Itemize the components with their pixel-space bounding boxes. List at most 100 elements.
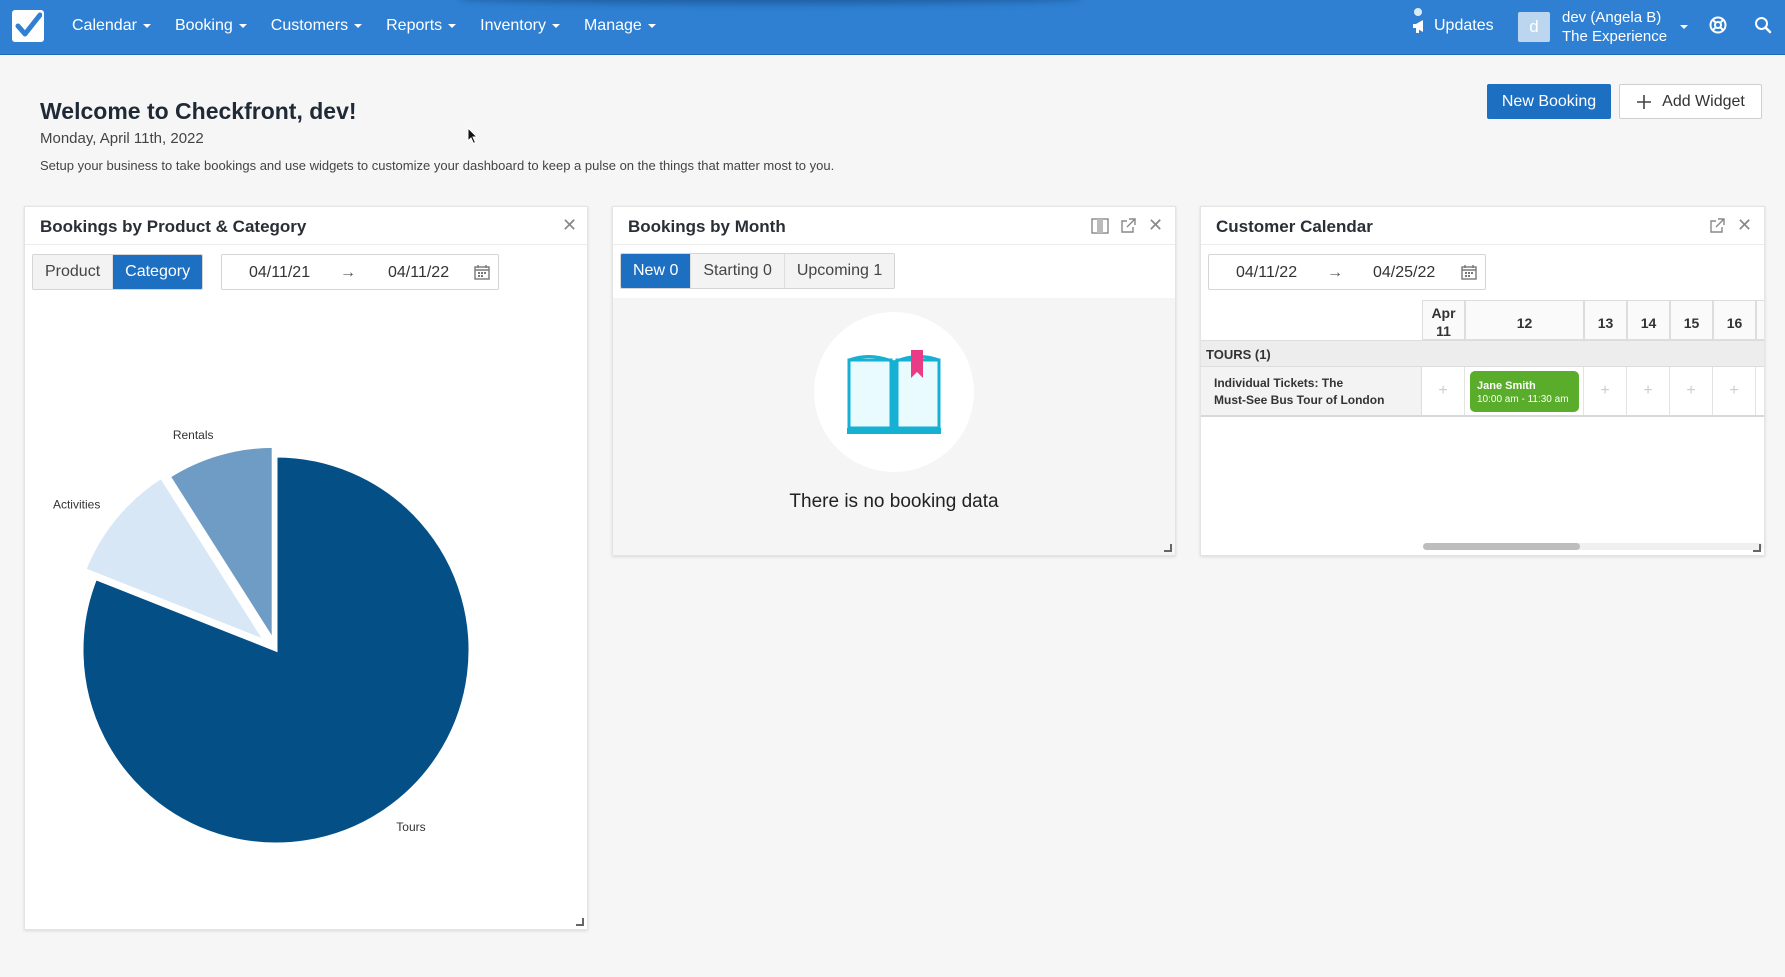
item-row: Individual Tickets: The Must-See Bus Tou… bbox=[1201, 367, 1764, 417]
nav-booking[interactable]: Booking bbox=[163, 0, 259, 52]
item-name-line: Must-See Bus Tour of London bbox=[1214, 393, 1385, 407]
user-menu[interactable]: dev (Angela B) The Experience bbox=[1562, 8, 1667, 46]
columns-icon[interactable] bbox=[1091, 218, 1109, 234]
company-name: The Experience bbox=[1562, 28, 1668, 45]
scrollbar-thumb[interactable] bbox=[1423, 543, 1580, 550]
caret-down-icon bbox=[551, 23, 560, 28]
day-header[interactable]: Apr 11 bbox=[1422, 300, 1465, 340]
page-subtext: Setup your business to take bookings and… bbox=[40, 158, 835, 173]
day-header-partial bbox=[1756, 300, 1764, 340]
tab-upcoming[interactable]: Upcoming 1 bbox=[784, 254, 895, 288]
resize-handle[interactable] bbox=[1164, 544, 1172, 552]
avatar[interactable]: d bbox=[1518, 12, 1550, 42]
close-icon[interactable]: ✕ bbox=[1737, 216, 1752, 234]
lifebuoy-icon[interactable] bbox=[1709, 16, 1727, 34]
item-name-cell[interactable]: Individual Tickets: The Must-See Bus Tou… bbox=[1201, 367, 1422, 415]
widget-title: Bookings by Month bbox=[628, 217, 786, 236]
bookings-month-tabs: New 0 Starting 0 Upcoming 1 bbox=[620, 253, 896, 289]
nav-calendar[interactable]: Calendar bbox=[60, 0, 163, 52]
add-widget-button[interactable]: Add Widget bbox=[1619, 84, 1762, 119]
day-header[interactable]: 14 bbox=[1627, 300, 1670, 340]
pie-label-tours: Tours bbox=[396, 820, 425, 834]
resize-handle[interactable] bbox=[1753, 544, 1761, 552]
add-slot-cell[interactable]: + bbox=[1627, 367, 1670, 415]
date-range-picker[interactable]: 04/11/21 → 04/11/22 bbox=[221, 254, 499, 290]
add-slot-cell[interactable]: + bbox=[1422, 367, 1465, 415]
nav-manage[interactable]: Manage bbox=[572, 0, 668, 52]
checkfront-logo-icon[interactable] bbox=[12, 10, 44, 42]
nav-label: Inventory bbox=[480, 17, 546, 34]
widget-header: Bookings by Month ✕ bbox=[613, 207, 1175, 245]
caret-down-icon bbox=[142, 23, 151, 28]
day-number: 15 bbox=[1683, 315, 1700, 331]
nav-reports[interactable]: Reports bbox=[374, 0, 468, 52]
updates-label: Updates bbox=[1434, 17, 1494, 34]
close-icon[interactable]: ✕ bbox=[1148, 216, 1163, 234]
caret-down-icon bbox=[448, 23, 457, 28]
widget-header: Bookings by Product & Category ✕ bbox=[25, 207, 587, 245]
booking-block[interactable]: Jane Smith 10:00 am - 11:30 am bbox=[1470, 371, 1579, 412]
empty-state-circle bbox=[814, 312, 974, 472]
book-icon bbox=[847, 350, 941, 434]
empty-state-area: There is no booking data bbox=[613, 298, 1175, 555]
date-to: 04/11/22 bbox=[388, 264, 450, 281]
tab-new[interactable]: New 0 bbox=[621, 254, 692, 288]
booking-time: 10:00 am - 11:30 am bbox=[1477, 394, 1569, 405]
day-header[interactable]: 15 bbox=[1670, 300, 1713, 340]
day-number: 11 bbox=[1436, 323, 1451, 339]
day-number: 14 bbox=[1640, 315, 1657, 331]
day-header[interactable]: 16 bbox=[1713, 300, 1756, 340]
day-header[interactable]: 12 bbox=[1465, 300, 1584, 340]
new-booking-button[interactable]: New Booking bbox=[1487, 84, 1611, 119]
widget-bookings-by-month: Bookings by Month ✕ New 0 Starting 0 Upc… bbox=[612, 206, 1176, 556]
tab-starting[interactable]: Starting 0 bbox=[691, 254, 785, 288]
caret-down-icon bbox=[647, 23, 656, 28]
day-month: Apr bbox=[1431, 305, 1456, 321]
add-slot-cell[interactable]: + bbox=[1670, 367, 1713, 415]
calendar-icon[interactable] bbox=[474, 264, 490, 280]
main-nav: Calendar Booking Customers Reports Inven… bbox=[60, 0, 668, 52]
nav-customers[interactable]: Customers bbox=[259, 0, 374, 52]
page-date: Monday, April 11th, 2022 bbox=[40, 130, 204, 147]
resize-handle[interactable] bbox=[576, 918, 584, 926]
tab-category[interactable]: Category bbox=[113, 255, 203, 289]
widget-title: Customer Calendar bbox=[1216, 217, 1373, 236]
day-number: 13 bbox=[1597, 315, 1614, 331]
top-navbar: Calendar Booking Customers Reports Inven… bbox=[0, 0, 1785, 55]
page-title: Welcome to Checkfront, dev! bbox=[40, 98, 357, 124]
pie-chart: Tours Activities Rentals bbox=[53, 428, 472, 846]
plus-icon bbox=[1637, 94, 1652, 109]
date-to: 04/25/22 bbox=[1373, 264, 1436, 281]
nav-label: Booking bbox=[174, 17, 233, 34]
day-header[interactable]: 13 bbox=[1584, 300, 1627, 340]
group-label: TOURS (1) bbox=[1206, 347, 1271, 362]
widget-title: Bookings by Product & Category bbox=[40, 217, 307, 236]
external-link-icon[interactable] bbox=[1709, 218, 1725, 234]
add-widget-label: Add Widget bbox=[1662, 92, 1745, 110]
mouse-cursor-icon bbox=[467, 127, 479, 145]
empty-state-text: There is no booking data bbox=[789, 491, 999, 512]
booking-slot-cell: Jane Smith 10:00 am - 11:30 am bbox=[1465, 367, 1584, 415]
booking-customer: Jane Smith bbox=[1477, 380, 1536, 392]
nav-label: Reports bbox=[386, 17, 443, 34]
nav-inventory[interactable]: Inventory bbox=[468, 0, 572, 52]
updates-link[interactable]: Updates bbox=[1412, 0, 1494, 52]
close-icon[interactable]: ✕ bbox=[562, 216, 577, 234]
date-range-picker[interactable]: 04/11/22 → 04/25/22 bbox=[1208, 254, 1486, 290]
user-caret-down-icon[interactable] bbox=[1680, 25, 1688, 29]
notification-dot bbox=[1414, 8, 1422, 16]
external-link-icon[interactable] bbox=[1120, 218, 1136, 234]
widget-bookings-by-product: Bookings by Product & Category ✕ Product… bbox=[24, 206, 588, 930]
nav-label: Manage bbox=[583, 17, 642, 34]
calendar-icon[interactable] bbox=[1461, 264, 1477, 280]
widget-header: Customer Calendar ✕ bbox=[1201, 207, 1764, 245]
horizontal-scrollbar[interactable] bbox=[1423, 543, 1763, 550]
add-slot-cell[interactable]: + bbox=[1584, 367, 1627, 415]
add-slot-cell[interactable]: + bbox=[1713, 367, 1756, 415]
day-number: 16 bbox=[1726, 315, 1743, 331]
search-icon[interactable] bbox=[1754, 16, 1772, 34]
widget-customer-calendar: Customer Calendar ✕ 04/11/22 → 04/25/22 … bbox=[1200, 206, 1765, 556]
tab-product[interactable]: Product bbox=[33, 255, 114, 289]
arrow-right-icon: → bbox=[340, 264, 356, 281]
megaphone-icon bbox=[1413, 20, 1423, 33]
